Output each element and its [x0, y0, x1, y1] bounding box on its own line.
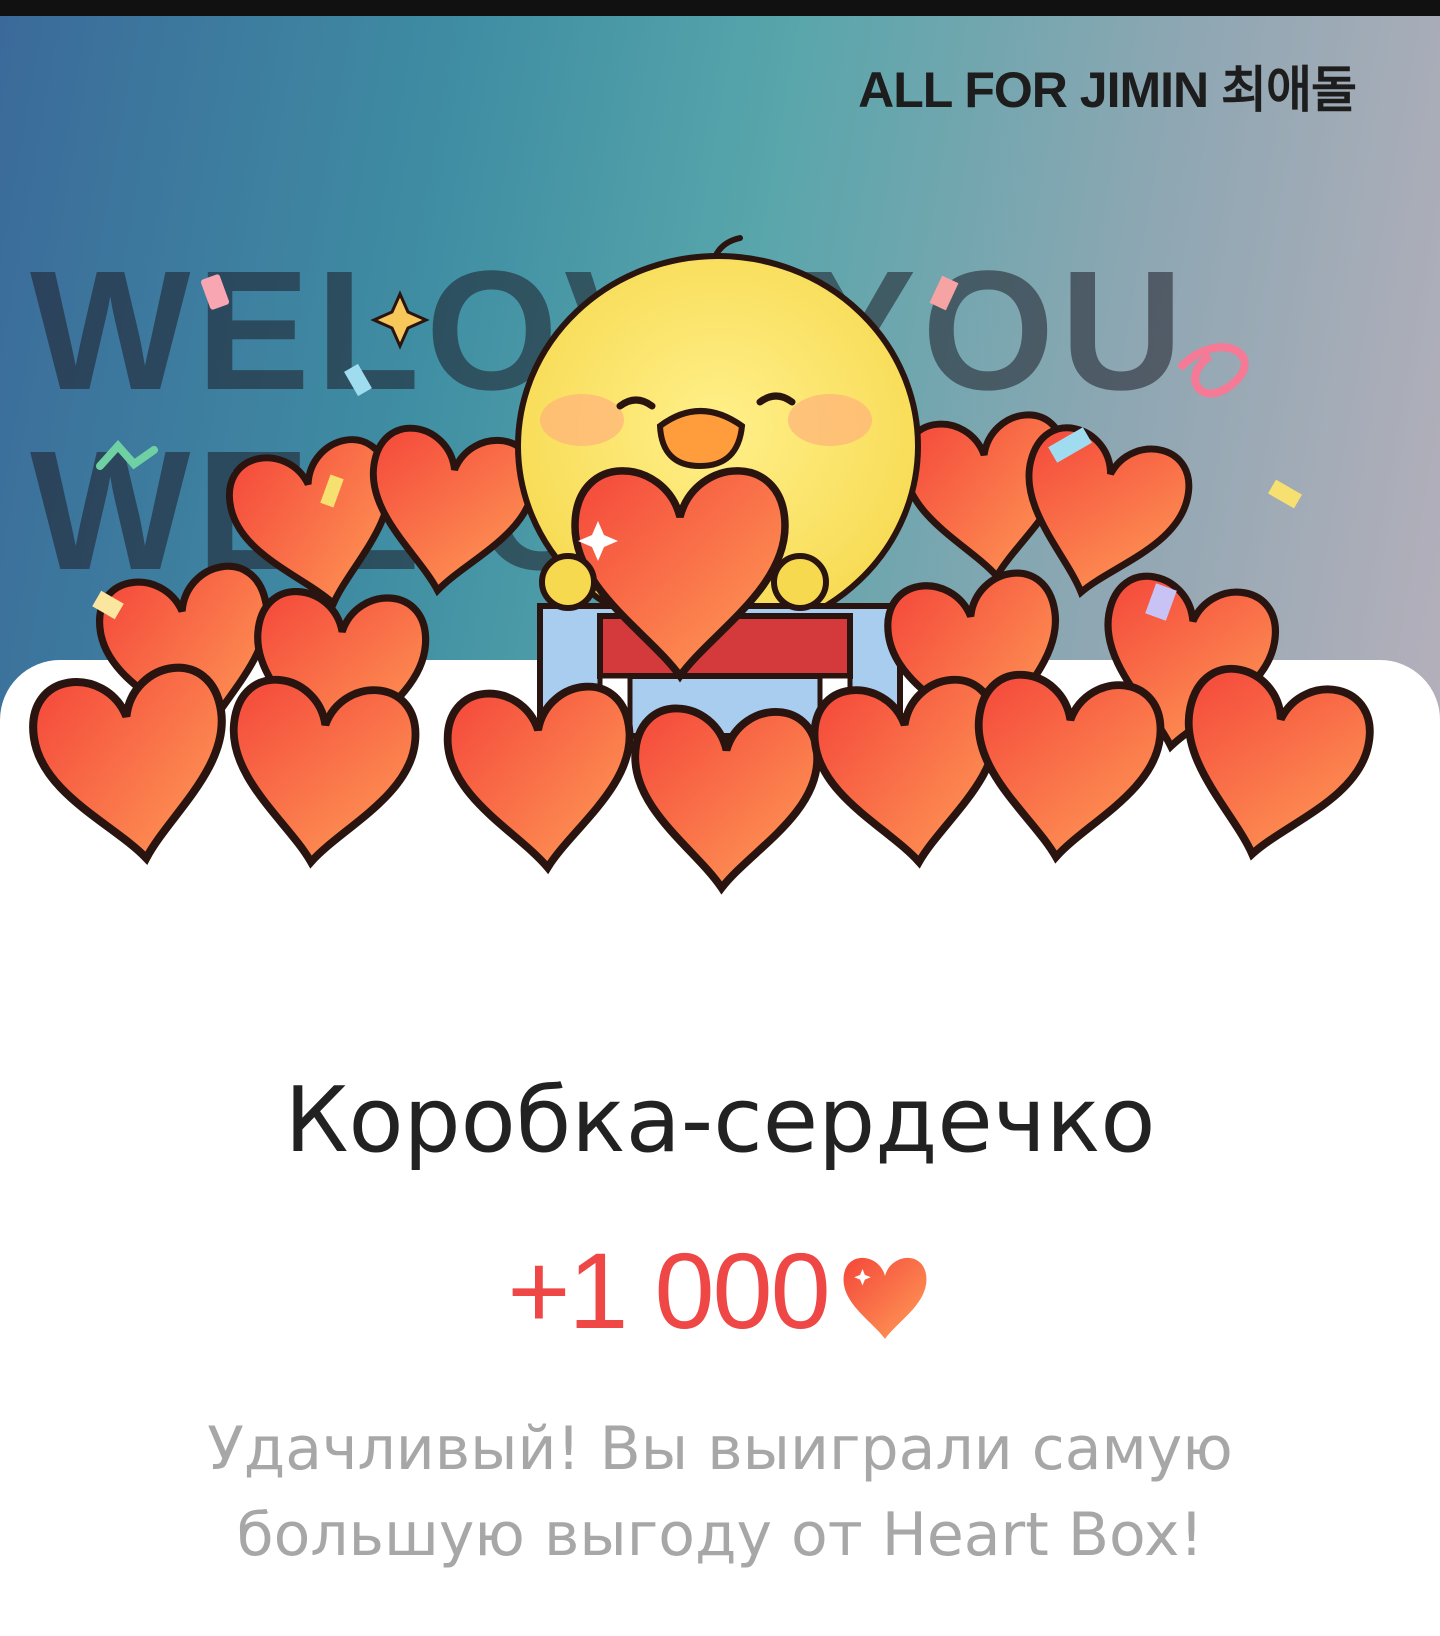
heart-icon — [445, 684, 639, 874]
heart-icon — [220, 676, 420, 872]
status-bar — [0, 0, 1440, 16]
reward-message: Удачливый! Вы выиграли самую большую выг… — [207, 1414, 1233, 1570]
heart-icon — [631, 707, 819, 891]
heart-box-illustration — [0, 235, 1440, 896]
heart-icon — [965, 671, 1165, 867]
heart-icon — [27, 662, 240, 871]
reward-title: Коробка-сердечко — [284, 1068, 1156, 1173]
reward-amount: +1 000 — [507, 1230, 830, 1351]
heart-icon — [843, 1257, 927, 1339]
heart-icon — [1163, 661, 1378, 873]
heart-icon — [358, 423, 539, 601]
reward-amount-row: +1 000 — [0, 1228, 1440, 1353]
